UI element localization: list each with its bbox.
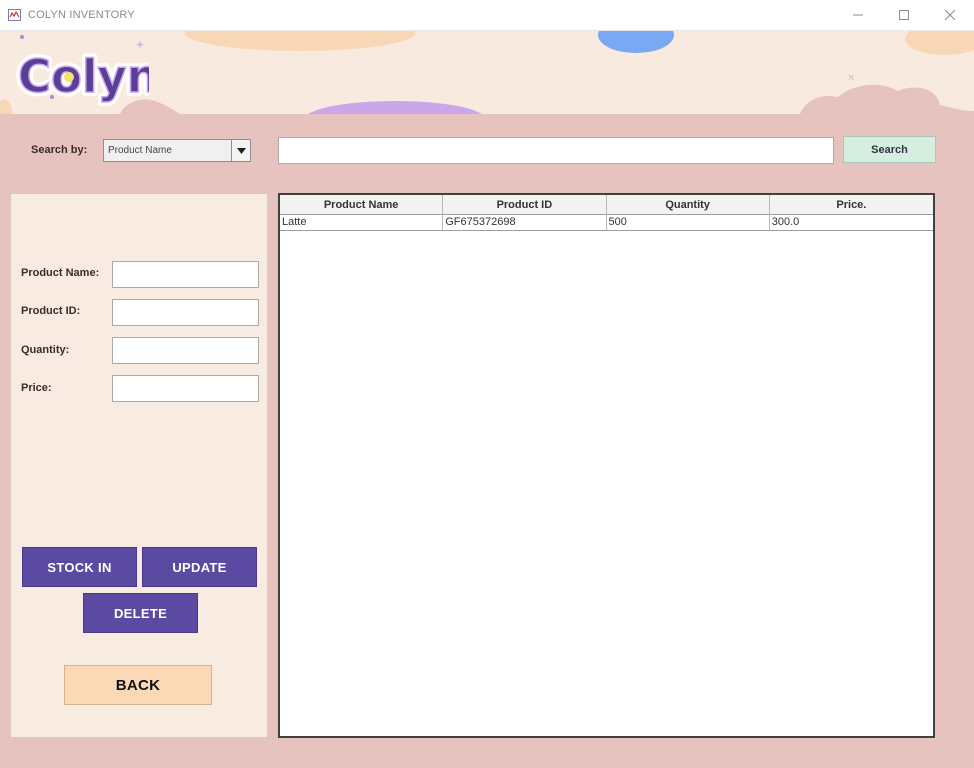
svg-text:✕: ✕ bbox=[847, 73, 855, 84]
product-form: Product Name: Product ID: Quantity: Pric… bbox=[10, 193, 268, 738]
cell-product-name: Latte bbox=[280, 215, 444, 230]
column-header-product-id[interactable]: Product ID bbox=[443, 195, 607, 215]
maximize-button[interactable] bbox=[884, 4, 924, 26]
back-button[interactable]: BACK bbox=[64, 665, 212, 705]
update-button[interactable]: UPDATE bbox=[142, 547, 257, 587]
cell-quantity: 500 bbox=[607, 215, 770, 230]
svg-text:Colyn: Colyn bbox=[18, 50, 149, 103]
title-bar: COLYN INVENTORY bbox=[0, 0, 974, 31]
app-icon bbox=[8, 9, 21, 21]
product-name-label: Product Name: bbox=[21, 267, 100, 279]
cell-product-id: GF675372698 bbox=[443, 215, 607, 230]
price-input[interactable] bbox=[112, 375, 259, 402]
chevron-down-icon bbox=[236, 147, 246, 154]
price-label: Price: bbox=[21, 382, 52, 394]
header-banner: ✦ ✕ Colyn Colyn bbox=[0, 31, 974, 114]
window-title: COLYN INVENTORY bbox=[28, 9, 135, 21]
minimize-button[interactable] bbox=[838, 4, 878, 26]
search-by-dropdown[interactable]: Product Name bbox=[103, 139, 251, 162]
close-icon bbox=[945, 10, 955, 20]
search-input[interactable] bbox=[278, 137, 834, 164]
product-id-label: Product ID: bbox=[21, 305, 81, 317]
cell-price: 300.0 bbox=[771, 216, 800, 228]
colyn-logo: Colyn Colyn bbox=[14, 46, 149, 107]
product-name-input[interactable] bbox=[112, 261, 259, 288]
column-header-product-name[interactable]: Product Name bbox=[280, 195, 444, 215]
search-button[interactable]: Search bbox=[843, 136, 936, 163]
dropdown-arrow[interactable] bbox=[231, 140, 250, 161]
search-by-selected: Product Name bbox=[108, 145, 172, 156]
minimize-icon bbox=[853, 14, 863, 16]
main-panel: Search by: Product Name Search Product N… bbox=[0, 114, 974, 768]
delete-button[interactable]: DELETE bbox=[83, 593, 198, 633]
stock-in-button[interactable]: STOCK IN bbox=[22, 547, 137, 587]
close-button[interactable] bbox=[930, 4, 970, 26]
table-header: Product Name Product ID Quantity Price. bbox=[280, 195, 933, 215]
column-header-quantity[interactable]: Quantity bbox=[607, 195, 770, 215]
product-id-input[interactable] bbox=[112, 299, 259, 326]
maximize-icon bbox=[899, 10, 909, 20]
inventory-table[interactable]: Product Name Product ID Quantity Price. … bbox=[278, 193, 935, 738]
quantity-label: Quantity: bbox=[21, 344, 70, 356]
search-by-label: Search by: bbox=[31, 144, 88, 156]
table-row[interactable]: Latte GF675372698 500 300.0 bbox=[280, 215, 933, 231]
column-header-price[interactable]: Price. bbox=[770, 195, 933, 215]
quantity-input[interactable] bbox=[112, 337, 259, 364]
